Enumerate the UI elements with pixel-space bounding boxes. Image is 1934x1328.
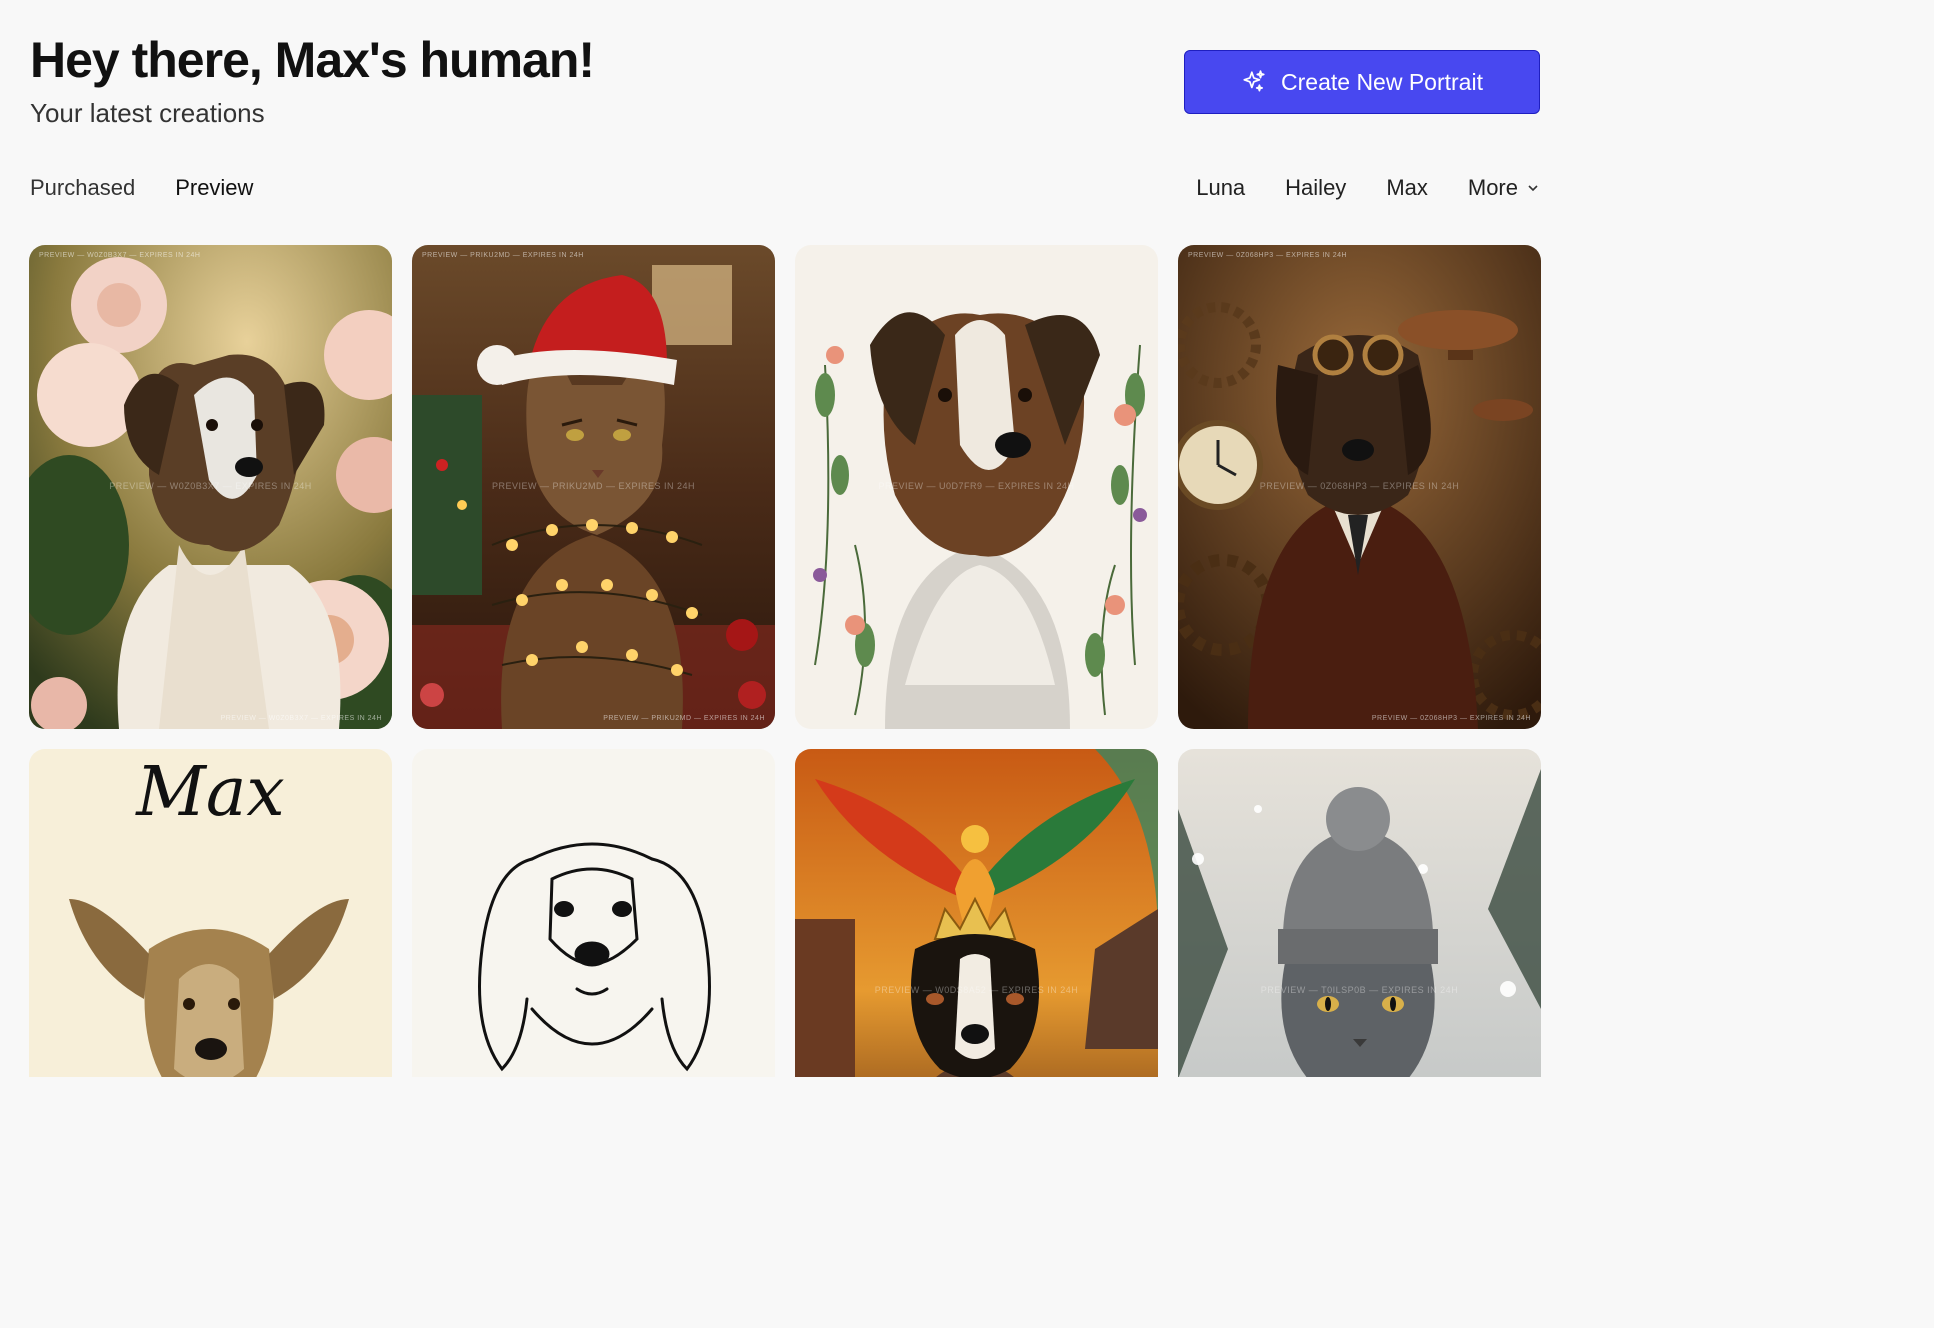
watermark-center: PREVIEW — W0DS8A52 — EXPIRES IN 24H [874,985,1079,995]
filter-more-label: More [1467,175,1518,200]
filter-max[interactable]: Max [1386,175,1428,201]
pet-name-script: Max [136,753,285,832]
watermark-top: PREVIEW — 0Z068HP3 — EXPIRES IN 24H [1188,252,1348,259]
portrait-image-dog-phoenix [795,749,1158,1077]
pet-filters: Luna Hailey Max More [1196,175,1540,201]
filter-luna[interactable]: Luna [1196,175,1245,201]
watermark-bottom: PREVIEW — 0Z068HP3 — EXPIRES IN 24H [1371,715,1531,722]
watermark-bottom: PREVIEW — PRIKU2MD — EXPIRES IN 24H [603,715,765,722]
sparkles-icon [1243,70,1265,92]
watermark-center: PREVIEW — T0ILSP0B — EXPIRES IN 24H [1260,985,1459,995]
portrait-card[interactable]: PREVIEW — W0Z0B3X7 — EXPIRES IN 24H PREV… [29,245,392,729]
filter-hailey[interactable]: Hailey [1285,175,1346,201]
portrait-card[interactable]: Max [29,749,392,1077]
portrait-image-cat-winter [1178,749,1541,1077]
portrait-grid: PREVIEW — W0Z0B3X7 — EXPIRES IN 24H PREV… [29,245,1541,1077]
portrait-card[interactable]: PREVIEW — U0D7FR9 — EXPIRES IN 24H [795,245,1158,729]
create-button-label: Create New Portrait [1281,68,1483,95]
view-tabs: Purchased Preview [30,175,253,201]
page-title: Hey there, Max's human! [30,32,595,88]
watermark-top: PREVIEW — PRIKU2MD — EXPIRES IN 24H [422,252,584,259]
watermark-top: PREVIEW — W0Z0B3X7 — EXPIRES IN 24H [39,252,201,259]
watermark-center: PREVIEW — 0Z068HP3 — EXPIRES IN 24H [1259,481,1460,491]
watermark-center: PREVIEW — W0Z0B3X7 — EXPIRES IN 24H [109,481,312,491]
page-subtitle: Your latest creations [30,98,265,128]
tab-purchased[interactable]: Purchased [30,175,135,201]
portrait-card[interactable]: PREVIEW — T0ILSP0B — EXPIRES IN 24H [1178,749,1541,1077]
portrait-card[interactable]: PREVIEW — PRIKU2MD — EXPIRES IN 24H PREV… [412,245,775,729]
watermark-center: PREVIEW — U0D7FR9 — EXPIRES IN 24H [878,481,1075,491]
gallery-page: Hey there, Max's human! Your latest crea… [0,0,1568,1077]
page-header: Hey there, Max's human! Your latest crea… [30,30,595,129]
create-new-portrait-button[interactable]: Create New Portrait [1184,50,1540,114]
portrait-card[interactable]: PREVIEW — 0Z068HP3 — EXPIRES IN 24H PREV… [1178,245,1541,729]
filter-more[interactable]: More [1468,175,1540,201]
watermark-bottom: PREVIEW — W0Z0B3X7 — EXPIRES IN 24H [220,715,382,722]
portrait-image-dog-line-art [412,749,775,1077]
tab-preview[interactable]: Preview [175,175,253,201]
watermark-center: PREVIEW — PRIKU2MD — EXPIRES IN 24H [491,481,696,491]
chevron-down-icon [1528,185,1538,192]
portrait-card[interactable] [412,749,775,1077]
portrait-card[interactable]: PREVIEW — W0DS8A52 — EXPIRES IN 24H [795,749,1158,1077]
